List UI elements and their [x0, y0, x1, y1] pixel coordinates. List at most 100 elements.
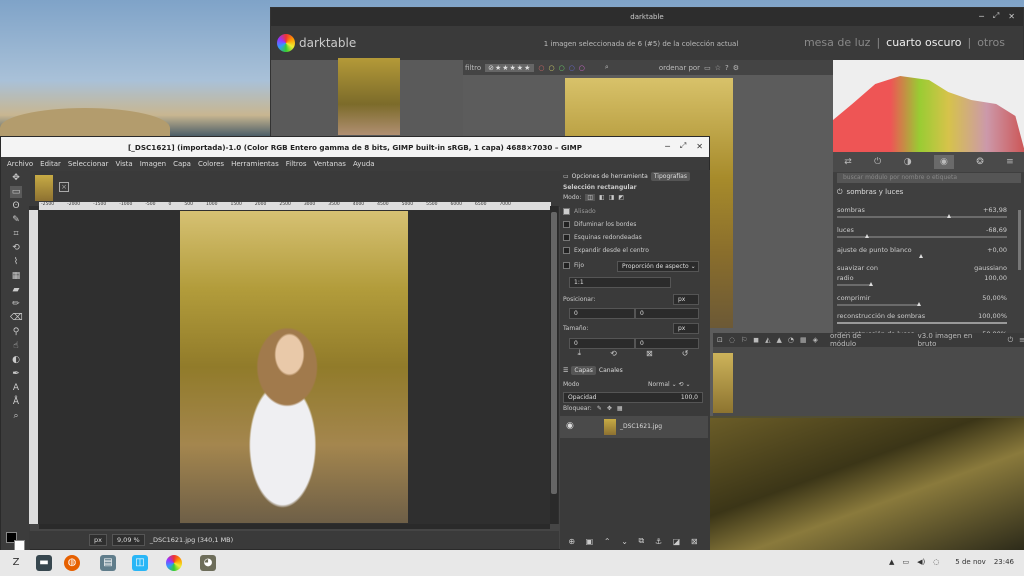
text-tool-icon[interactable]: A [10, 382, 22, 394]
darktable-taskbar-icon[interactable] [166, 555, 182, 571]
color-label-blue-icon[interactable]: ○ [569, 64, 575, 72]
grouping-icon[interactable]: ▭ [704, 64, 711, 72]
menu-help[interactable]: Ayuda [353, 160, 375, 168]
star-icon[interactable]: ☆ [715, 64, 721, 72]
menu-edit[interactable]: Editar [40, 160, 61, 168]
paintbrush-tool-icon[interactable]: ✏ [10, 298, 22, 310]
position-unit-select[interactable]: px [673, 294, 699, 305]
tool-options-icon[interactable]: ▭ [563, 173, 569, 180]
tray-expand-icon[interactable]: ▲ [889, 558, 894, 566]
search-icon[interactable]: ⌕ [605, 63, 609, 72]
styles-icon[interactable]: ◌ [729, 336, 735, 344]
color-label-yellow-icon[interactable]: ○ [548, 64, 554, 72]
new-group-icon[interactable]: ▣ [586, 537, 594, 546]
visibility-eye-icon[interactable]: ◉ [566, 421, 574, 431]
module-power-icon[interactable]: ⏻ [837, 188, 843, 197]
module-search-input[interactable]: buscar módulo por nombre o etiqueta [837, 173, 1021, 183]
settings-icon[interactable]: ⚙ [733, 64, 739, 72]
raise-layer-icon[interactable]: ⌃ [604, 537, 611, 546]
mode-add-icon[interactable]: ◧ [599, 194, 605, 201]
slider-compress[interactable]: comprimir 50,00% [837, 294, 1021, 306]
scrollbar-thumb[interactable] [551, 212, 557, 494]
clock-date[interactable]: 5 de nov [955, 558, 986, 566]
save-options-icon[interactable]: ⤓ [578, 348, 582, 358]
star-rating-filter[interactable]: ⊘★★★★★ [485, 63, 535, 72]
tab-tool-options[interactable]: Opciones de herramienta [572, 173, 648, 180]
show-desktop-icon[interactable]: ▬ [36, 555, 52, 571]
view-others[interactable]: otros [977, 36, 1005, 49]
quick-access-icon[interactable]: ⇄ [844, 157, 852, 167]
module-order-label[interactable]: orden de módulo [830, 332, 884, 348]
volume-icon[interactable]: ◀) [917, 558, 925, 566]
effects-modules-icon[interactable]: ❂ [976, 157, 984, 167]
maximize-icon[interactable]: ⤢ [993, 11, 999, 21]
start-menu-icon[interactable]: Z [8, 555, 24, 571]
overexposed-icon[interactable]: ◈ [813, 336, 818, 344]
menu-layer[interactable]: Capa [173, 160, 191, 168]
active-modules-icon[interactable]: ⏻ [874, 157, 881, 167]
display-icon[interactable]: ▭ [902, 558, 909, 566]
mode-subtract-icon[interactable]: ◨ [609, 194, 615, 201]
color-label-green-icon[interactable]: ○ [559, 64, 565, 72]
feather-checkbox[interactable]: Difuminar los bordes [563, 221, 636, 228]
view-darkroom[interactable]: cuarto oscuro [886, 36, 961, 49]
antialias-checkbox[interactable]: Alisado [563, 208, 596, 215]
filmstrip-thumbnail[interactable] [338, 58, 400, 135]
reset-icon[interactable]: ⏻ [1008, 336, 1014, 345]
slider-radius[interactable]: radio 100,00 [837, 274, 1021, 286]
gimp-taskbar-icon[interactable]: ◕ [200, 555, 216, 571]
menu-image[interactable]: Imagen [140, 160, 166, 168]
aspect-select[interactable]: Proporción de aspecto ⌄ [617, 261, 699, 272]
cage-tool-icon[interactable]: ▦ [10, 270, 22, 282]
menu-windows[interactable]: Ventanas [314, 160, 346, 168]
expand-center-checkbox[interactable]: Expandir desde el centro [563, 247, 649, 254]
mask-icon[interactable]: ◪ [673, 537, 681, 546]
zoom-select[interactable]: 9,09 % [111, 534, 145, 546]
color-labels-icon[interactable]: ○ [538, 64, 544, 72]
opacity-slider[interactable]: Opacidad 100,0 [563, 392, 703, 403]
sort-label[interactable]: ordenar por [659, 64, 700, 72]
view-lighttable[interactable]: mesa de luz [804, 36, 871, 49]
fixed-checkbox[interactable]: Fijo [563, 262, 584, 269]
firefox-icon[interactable]: ◍ [64, 555, 80, 571]
horizontal-scrollbar[interactable] [39, 524, 550, 529]
softproof-icon[interactable]: ◭ [765, 336, 770, 344]
base-modules-icon[interactable]: ◑ [904, 157, 912, 167]
menu-tools[interactable]: Herramientas [231, 160, 279, 168]
text-tool2-icon[interactable]: Å [10, 396, 22, 408]
lock-position-icon[interactable]: ✥ [607, 405, 612, 412]
slider-highlights[interactable]: luces -68,69 [837, 226, 1021, 238]
layers-icon[interactable]: ☰ [563, 367, 568, 374]
warp-tool-icon[interactable]: ⌇ [10, 256, 22, 268]
mode-replace-icon[interactable]: ◫ [585, 194, 596, 201]
tab-layers[interactable]: Capas [571, 366, 596, 375]
menu-icon[interactable]: ≡ [1019, 336, 1024, 344]
reset-options-icon[interactable]: ↺ [682, 349, 689, 358]
gimp-image[interactable] [180, 211, 408, 523]
tab-fonts[interactable]: Tipografías [650, 172, 690, 181]
close-icon[interactable]: ✕ [696, 142, 703, 151]
paint-bucket-tool-icon[interactable]: ▰ [10, 284, 22, 296]
focus-peaking-icon[interactable]: ◔ [788, 336, 794, 344]
mode-intersect-icon[interactable]: ◩ [618, 194, 624, 201]
menu-colors[interactable]: Colores [198, 160, 224, 168]
size-unit-select[interactable]: px [673, 323, 699, 334]
picker-icon[interactable]: ⚐ [741, 336, 747, 344]
gamut-icon[interactable]: ▲ [776, 336, 781, 344]
lock-pixels-icon[interactable]: ✎ [597, 405, 602, 412]
vertical-scrollbar[interactable] [550, 206, 558, 524]
dodge-tool-icon[interactable]: ◐ [10, 354, 22, 366]
rounded-checkbox[interactable]: Esquinas redondeadas [563, 234, 642, 241]
color-label-purple-icon[interactable]: ○ [579, 64, 585, 72]
files-icon[interactable]: ▤ [100, 555, 116, 571]
combo-smooth-with[interactable]: suavizar con gaussiano [837, 264, 1021, 272]
layer-mode-select[interactable]: Normal ⌄ ⟲ ⌄ [648, 381, 691, 388]
color-assessment-icon[interactable]: ◼ [753, 336, 759, 344]
minimize-icon[interactable]: ─ [665, 142, 670, 151]
rect-select-tool-icon[interactable]: ▭ [10, 186, 22, 198]
duplicate-layer-icon[interactable]: ⧉ [639, 536, 645, 546]
tab-channels[interactable]: Canales [599, 367, 623, 374]
menu-view[interactable]: Vista [115, 160, 132, 168]
crop-tool-icon[interactable]: ⌗ [10, 228, 22, 240]
network-icon[interactable]: ◌ [933, 558, 939, 566]
